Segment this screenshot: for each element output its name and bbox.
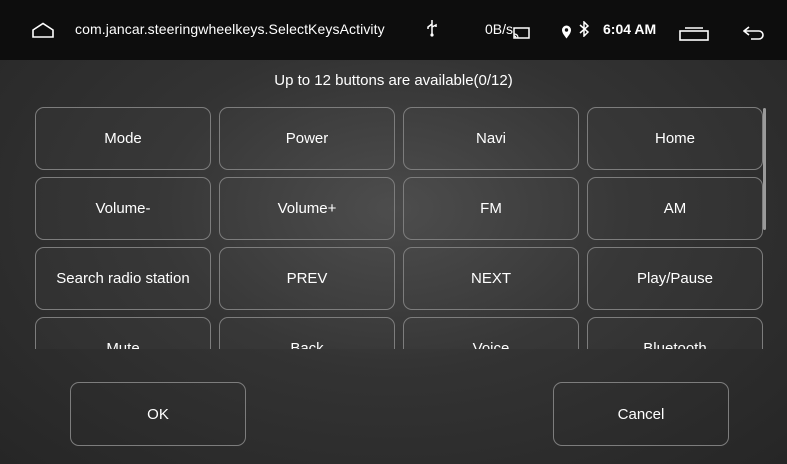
cancel-button[interactable]: Cancel <box>553 382 729 446</box>
key-grid-scroll-area[interactable]: Mode Power Navi Home Volume- Volume+ FM … <box>35 107 765 349</box>
key-button-bluetooth[interactable]: Bluetooth <box>587 317 763 349</box>
available-buttons-counter: Up to 12 buttons are available(0/12) <box>274 72 513 89</box>
location-icon <box>561 25 572 42</box>
ok-button[interactable]: OK <box>70 382 246 446</box>
status-bar: com.jancar.steeringwheelkeys.SelectKeysA… <box>0 0 787 60</box>
key-button-mute[interactable]: Mute <box>35 317 211 349</box>
key-button-prev[interactable]: PREV <box>219 247 395 310</box>
key-button-back[interactable]: Back <box>219 317 395 349</box>
key-button-home[interactable]: Home <box>587 107 763 170</box>
key-button-volume-down[interactable]: Volume- <box>35 177 211 240</box>
app-title: com.jancar.steeringwheelkeys.SelectKeysA… <box>75 21 385 37</box>
key-button-next[interactable]: NEXT <box>403 247 579 310</box>
key-button-play-pause[interactable]: Play/Pause <box>587 247 763 310</box>
key-grid: Mode Power Navi Home Volume- Volume+ FM … <box>35 107 763 349</box>
key-button-mode[interactable]: Mode <box>35 107 211 170</box>
usb-icon <box>425 19 439 41</box>
recents-icon[interactable] <box>679 27 709 44</box>
key-button-power[interactable]: Power <box>219 107 395 170</box>
key-button-am[interactable]: AM <box>587 177 763 240</box>
key-button-search-radio-station[interactable]: Search radio station <box>35 247 211 310</box>
scrollbar-thumb[interactable] <box>763 108 766 230</box>
key-button-fm[interactable]: FM <box>403 177 579 240</box>
key-button-voice[interactable]: Voice <box>403 317 579 349</box>
clock: 6:04 AM <box>603 21 657 37</box>
cast-icon <box>512 26 530 42</box>
bluetooth-icon <box>578 20 590 41</box>
home-outline-icon[interactable] <box>31 22 55 41</box>
net-speed: 0B/s <box>485 21 514 37</box>
key-button-volume-up[interactable]: Volume+ <box>219 177 395 240</box>
key-button-navi[interactable]: Navi <box>403 107 579 170</box>
back-icon[interactable] <box>742 26 765 43</box>
